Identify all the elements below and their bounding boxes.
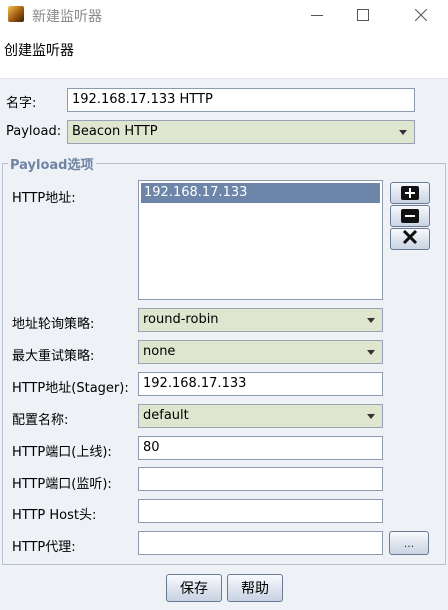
maximize-button[interactable] xyxy=(340,0,386,30)
port-bind-input[interactable] xyxy=(138,467,383,491)
rotate-strategy-label: 地址轮询策略: xyxy=(12,317,95,332)
payload-options-legend: Payload选项 xyxy=(8,154,96,173)
rotate-strategy-value: round-robin xyxy=(143,312,219,327)
http-hosts-list[interactable]: 192.168.17.133 xyxy=(138,180,383,300)
chevron-down-icon xyxy=(363,408,379,424)
proxy-configure-button[interactable]: ... xyxy=(389,531,429,555)
window-title: 新建监听器 xyxy=(32,9,102,25)
chevron-down-icon xyxy=(363,312,379,328)
profile-value: default xyxy=(143,408,189,423)
stager-input[interactable]: 192.168.17.133 xyxy=(138,372,383,396)
maximize-icon xyxy=(357,9,369,21)
minus-icon xyxy=(401,209,419,223)
profile-select[interactable]: default xyxy=(138,404,383,428)
clear-hosts-button[interactable] xyxy=(390,228,430,250)
name-label: 名字: xyxy=(6,96,37,111)
chevron-down-icon xyxy=(363,344,379,360)
minimize-icon xyxy=(311,15,323,16)
host-header-label: HTTP Host头: xyxy=(12,508,97,523)
name-input[interactable]: 192.168.17.133 HTTP xyxy=(67,88,415,112)
max-retry-select[interactable]: none xyxy=(138,340,383,364)
remove-host-button[interactable] xyxy=(390,205,430,227)
list-item[interactable]: 192.168.17.133 xyxy=(141,183,380,203)
close-button[interactable] xyxy=(398,0,444,30)
x-icon xyxy=(402,229,418,248)
payload-select[interactable]: Beacon HTTP xyxy=(67,120,415,144)
add-host-button[interactable] xyxy=(390,182,430,204)
app-icon xyxy=(8,6,24,22)
header-panel: 创建监听器 xyxy=(0,30,448,78)
profile-label: 配置名称: xyxy=(12,413,69,428)
stager-label: HTTP地址(Stager): xyxy=(12,381,129,396)
host-header-input[interactable] xyxy=(138,499,383,523)
title-bar: 新建监听器 xyxy=(0,0,448,30)
port-c2-input[interactable]: 80 xyxy=(138,436,383,460)
proxy-input[interactable] xyxy=(138,531,383,555)
minimize-button[interactable] xyxy=(294,0,340,30)
http-hosts-label: HTTP地址: xyxy=(12,191,76,206)
port-c2-label: HTTP端口(上线): xyxy=(12,445,112,460)
header-description: 创建监听器 xyxy=(4,43,74,59)
plus-icon xyxy=(401,186,419,200)
close-icon xyxy=(415,9,427,21)
payload-label: Payload: xyxy=(6,124,62,139)
save-button[interactable]: 保存 xyxy=(166,574,222,602)
rotate-strategy-select[interactable]: round-robin xyxy=(138,308,383,332)
max-retry-label: 最大重试策略: xyxy=(12,349,95,364)
max-retry-value: none xyxy=(143,344,176,359)
chevron-down-icon xyxy=(395,124,411,140)
payload-select-value: Beacon HTTP xyxy=(72,124,158,139)
proxy-label: HTTP代理: xyxy=(12,540,76,555)
port-bind-label: HTTP端口(监听): xyxy=(12,477,112,492)
help-button[interactable]: 帮助 xyxy=(227,574,283,602)
